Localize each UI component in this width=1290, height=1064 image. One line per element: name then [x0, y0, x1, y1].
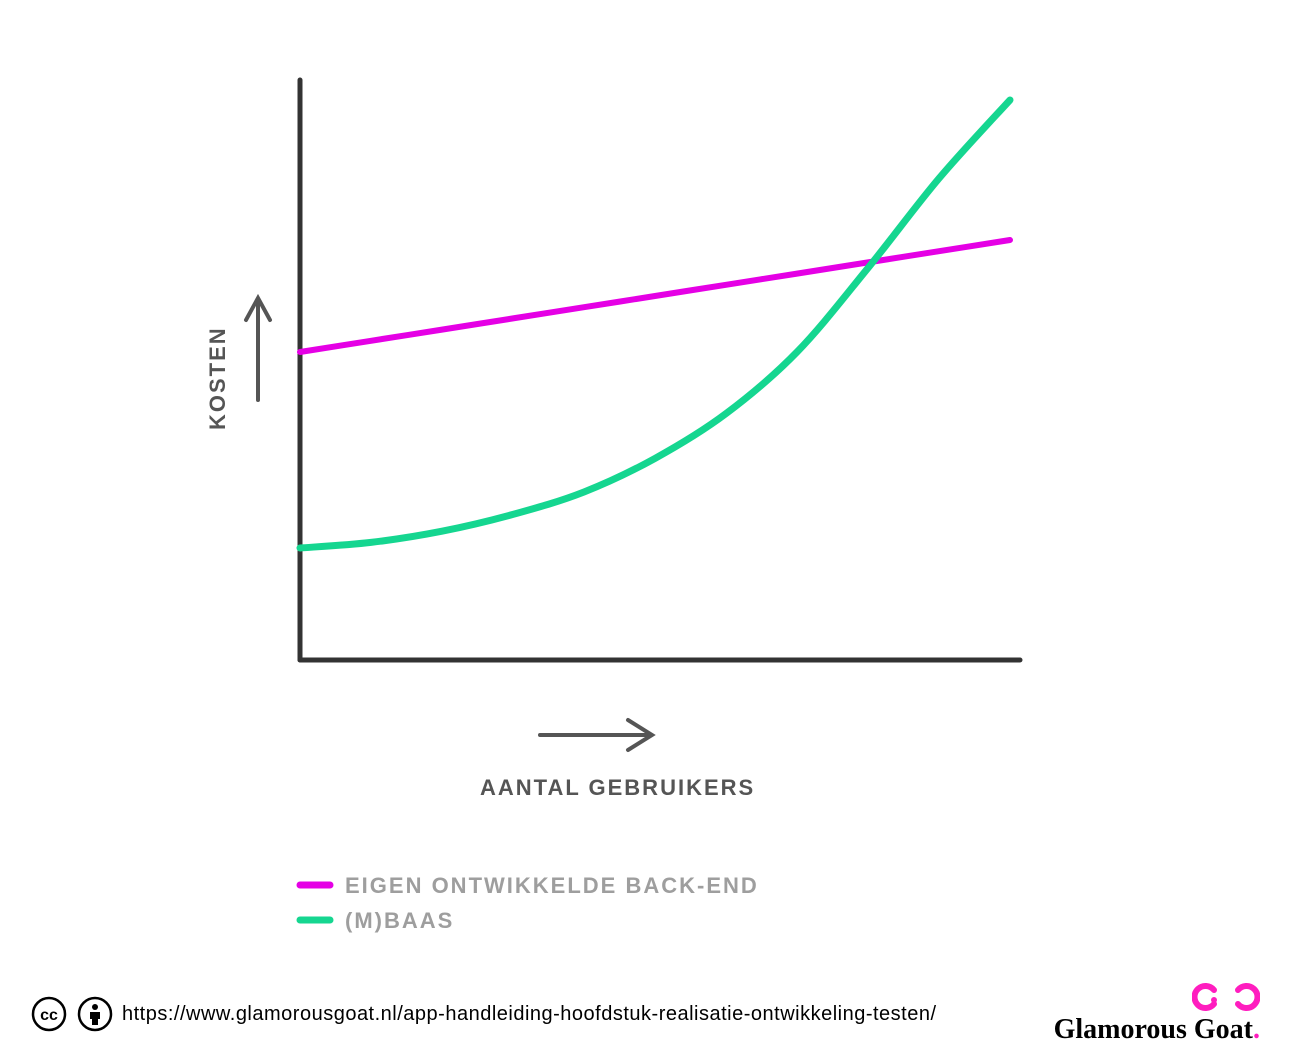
x-axis-arrow-icon: [540, 720, 652, 750]
brand-name: Glamorous Goat.: [1054, 1014, 1260, 1046]
legend: EIGEN ONTWIKKELDE BACK-END (M)BAAS: [300, 873, 759, 933]
legend-label-mbaas: (M)BAAS: [345, 908, 454, 933]
footer: cc https://www.glamorousgoat.nl/app-hand…: [0, 984, 1290, 1044]
source-url: https://www.glamorousgoat.nl/app-handlei…: [122, 1003, 937, 1026]
series-mbaas: [300, 100, 1010, 548]
cc-by-icon: [76, 995, 114, 1033]
y-axis-label: KOSTEN: [205, 326, 230, 430]
x-axis-label: AANTAL GEBRUIKERS: [480, 775, 755, 800]
legend-label-eigen-backend: EIGEN ONTWIKKELDE BACK-END: [345, 873, 759, 898]
svg-text:cc: cc: [40, 1007, 58, 1024]
y-axis-label-group: KOSTEN: [205, 298, 270, 430]
cc-license-icon: cc: [30, 995, 68, 1033]
cost-vs-users-chart: KOSTEN AANTAL GEBRUIKERS EIGEN ONTWIKKEL…: [0, 0, 1290, 980]
series-eigen-backend: [300, 240, 1010, 352]
brand-logo-icon: [1192, 982, 1260, 1012]
y-axis-arrow-icon: [246, 298, 270, 400]
x-axis-label-group: AANTAL GEBRUIKERS: [480, 720, 755, 800]
plot-area: [300, 80, 1020, 660]
brand-block: Glamorous Goat.: [1054, 982, 1260, 1046]
